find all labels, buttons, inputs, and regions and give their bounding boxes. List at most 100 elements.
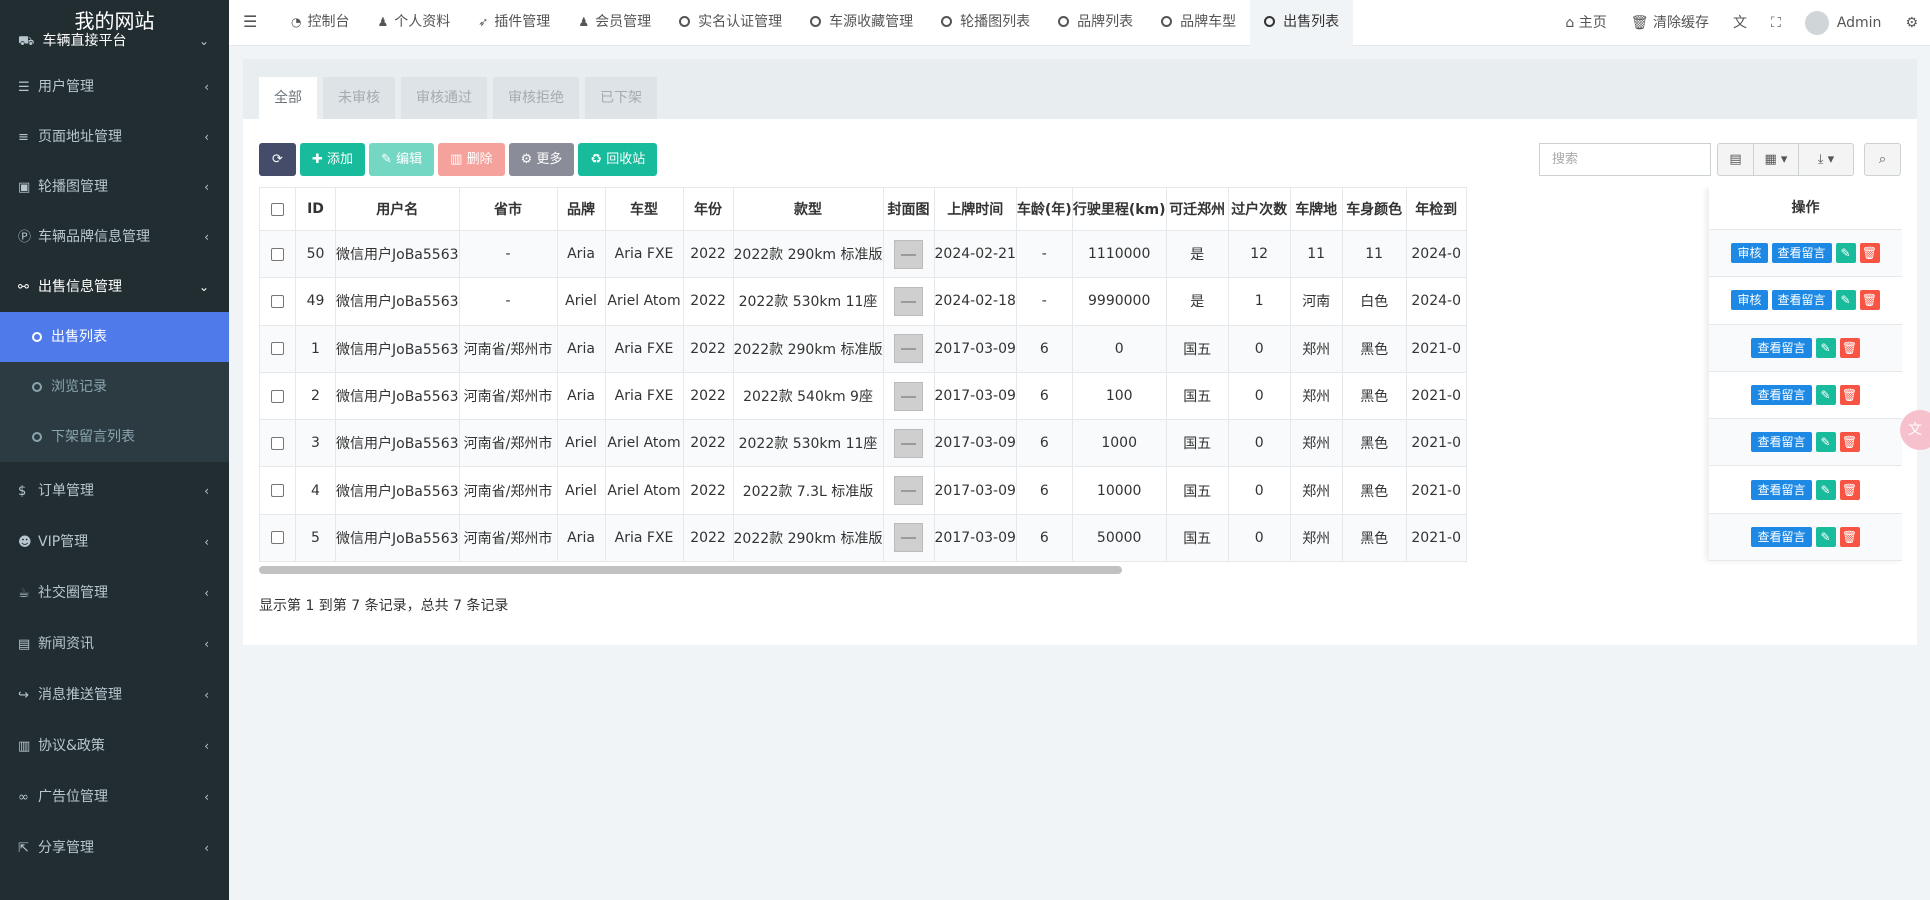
toggle-view-button[interactable]: ▤ <box>1717 143 1754 176</box>
tab-3[interactable]: ➶ 插件管理 <box>464 0 564 46</box>
cover-image[interactable] <box>894 476 924 506</box>
column-header[interactable]: ID <box>295 187 336 231</box>
delete-row-button[interactable]: 🗑︎ <box>1839 526 1860 547</box>
fullscreen-icon[interactable]: ⛶ <box>1759 1 1793 45</box>
view-message-button[interactable]: 查看留言 <box>1751 479 1812 500</box>
view-message-button[interactable]: 查看留言 <box>1751 337 1812 358</box>
tab-10[interactable]: 出售列表 <box>1250 0 1354 46</box>
sidebar-item-parking[interactable]: Ⓟ 车辆品牌信息管理 ‹ <box>0 212 229 262</box>
cover-image[interactable] <box>894 286 924 316</box>
home-link[interactable]: ⌂ 主页 <box>1553 1 1618 45</box>
row-checkbox[interactable] <box>271 342 284 356</box>
view-message-button[interactable]: 查看留言 <box>1751 526 1812 547</box>
refresh-button[interactable]: ⟳ <box>259 143 296 176</box>
column-header[interactable]: 行驶里程(km) <box>1071 187 1167 231</box>
column-header[interactable]: 上牌时间 <box>933 187 1017 231</box>
cover-image[interactable] <box>894 523 924 553</box>
sidebar-item-coffee[interactable]: ☕ 社交圈管理 ‹ <box>0 568 229 619</box>
row-checkbox[interactable] <box>271 531 284 545</box>
edit-row-button[interactable]: ✎ <box>1815 479 1836 500</box>
row-checkbox[interactable] <box>271 389 284 403</box>
column-header[interactable]: 用户名 <box>335 187 460 231</box>
table-row[interactable]: 50 微信用户JoBa5563- Aria Aria FXE 2022 2022款 290… <box>259 229 1467 279</box>
column-header[interactable]: 款型 <box>732 187 884 231</box>
sidebar-item-glasses[interactable]: ∞ 广告位管理 ‹ <box>0 772 229 823</box>
search-button[interactable]: ⌕ <box>1864 143 1901 176</box>
sidebar-item-list[interactable]: ☰ 用户管理 ‹ <box>0 62 229 112</box>
sidebar-item-share[interactable]: ↪ 消息推送管理 ‹ <box>0 670 229 721</box>
tab-9[interactable]: 品牌车型 <box>1147 0 1250 46</box>
clear-cache-button[interactable]: 🗑︎ 清除缓存 <box>1619 1 1721 45</box>
tab-7[interactable]: 轮播图列表 <box>927 0 1044 46</box>
delete-row-button[interactable]: 🗑︎ <box>1839 432 1860 453</box>
tab-2[interactable]: ♟ 个人资料 <box>363 0 464 46</box>
sidebar-item-user-circle[interactable]: ☻ VIP管理 ‹ <box>0 517 229 568</box>
column-header[interactable]: 年检到 <box>1405 187 1467 231</box>
sidebar-item-bars[interactable]: ≡ 页面地址管理 ‹ <box>0 112 229 162</box>
add-button[interactable]: ✚ 添加 <box>300 143 366 176</box>
column-header[interactable]: 年份 <box>682 187 734 231</box>
column-header[interactable]: 车身颜色 <box>1341 187 1407 231</box>
sidebar-item-share-square[interactable]: ⇱ 分享管理 ‹ <box>0 823 229 874</box>
table-row[interactable]: 3 微信用户JoBa5563 河南省/郑州市 Ariel Ariel Atom 2022 2… <box>259 419 1467 468</box>
table-row[interactable]: 1 微信用户JoBa5563 河南省/郑州市 Aria Aria FXE 2022 2022… <box>259 324 1467 373</box>
table-row[interactable]: 5 微信用户JoBa5563 河南省/郑州市 Aria Aria FXE 2022 2022… <box>259 513 1467 563</box>
tab-6[interactable]: 车源收藏管理 <box>796 0 927 46</box>
view-message-button[interactable]: 查看留言 <box>1771 290 1832 311</box>
audit-button[interactable]: 审核 <box>1731 243 1768 264</box>
menu-toggle-icon[interactable]: ☰ <box>243 0 257 44</box>
delete-row-button[interactable]: 🗑︎ <box>1839 479 1860 500</box>
view-message-button[interactable]: 查看留言 <box>1751 432 1812 453</box>
delete-row-button[interactable]: 🗑︎ <box>1839 385 1860 406</box>
sidebar-item-dollar[interactable]: $ 订单管理 ‹ <box>0 466 229 517</box>
select-all-checkbox[interactable] <box>271 202 284 216</box>
horizontal-scrollbar[interactable] <box>259 565 1902 575</box>
row-checkbox[interactable] <box>271 484 284 498</box>
audit-button[interactable]: 审核 <box>1731 290 1768 311</box>
sidebar-item-partial[interactable]: ⛟ 车辆直接平台 ⌄ <box>0 34 229 52</box>
sidebar-item-handshake[interactable]: ⚯ 出售信息管理 ⌄ <box>0 262 229 312</box>
edit-row-button[interactable]: ✎ <box>1835 243 1856 264</box>
status-tab[interactable]: 已下架 <box>585 77 657 119</box>
edit-row-button[interactable]: ✎ <box>1815 385 1836 406</box>
sidebar-subitem[interactable]: 浏览记录 <box>0 362 229 412</box>
scrollbar-thumb[interactable] <box>259 566 1122 574</box>
row-checkbox[interactable] <box>271 436 284 450</box>
tab-1[interactable]: ◔ 控制台 <box>277 0 363 46</box>
tab-8[interactable]: 品牌列表 <box>1044 0 1147 46</box>
translate-icon[interactable]: 文 <box>1721 1 1759 45</box>
view-message-button[interactable]: 查看留言 <box>1751 385 1812 406</box>
column-header[interactable]: 省市 <box>458 187 558 231</box>
delete-button[interactable]: ▥ 删除 <box>438 143 505 176</box>
cover-image[interactable] <box>894 334 924 364</box>
sidebar-subitem[interactable]: 下架留言列表 <box>0 412 229 462</box>
cover-image[interactable] <box>894 428 924 458</box>
column-header[interactable]: 车牌地 <box>1289 187 1343 231</box>
column-header[interactable]: 品牌 <box>556 187 606 231</box>
more-button[interactable]: ⚙ 更多 <box>508 143 575 176</box>
sidebar-item-file[interactable]: ▤ 新闻资讯 ‹ <box>0 619 229 670</box>
table-row[interactable]: 2 微信用户JoBa5563 河南省/郑州市 Aria Aria FXE 2022 2022… <box>259 371 1467 421</box>
export-button[interactable]: ⤓ ▾ <box>1799 143 1854 176</box>
sidebar-item-book[interactable]: ▥ 协议&政策 ‹ <box>0 721 229 772</box>
sidebar-item-image[interactable]: ▣ 轮播图管理 ‹ <box>0 162 229 212</box>
search-input[interactable]: 搜索 <box>1539 143 1711 176</box>
edit-row-button[interactable]: ✎ <box>1815 526 1836 547</box>
settings-icon[interactable]: ⚙ <box>1893 1 1930 45</box>
column-header[interactable]: 可迁郑州 <box>1165 187 1229 231</box>
edit-button[interactable]: ✎ 编辑 <box>369 143 435 176</box>
row-checkbox[interactable] <box>271 294 284 308</box>
column-header[interactable]: 车型 <box>604 187 684 231</box>
columns-button[interactable]: ▦ ▾ <box>1754 143 1799 176</box>
delete-row-button[interactable]: 🗑︎ <box>1839 337 1860 358</box>
row-checkbox[interactable] <box>271 247 284 261</box>
cover-image[interactable] <box>894 381 924 411</box>
edit-row-button[interactable]: ✎ <box>1815 337 1836 358</box>
table-row[interactable]: 4 微信用户JoBa5563 河南省/郑州市 Ariel Ariel Atom 2022 2… <box>259 466 1467 515</box>
status-tab[interactable]: 审核通过 <box>401 77 487 119</box>
recycle-button[interactable]: ♻ 回收站 <box>578 143 658 176</box>
user-menu[interactable]: Admin <box>1793 1 1894 45</box>
table-row[interactable]: 49 微信用户JoBa5563- Ariel Ariel Atom 2022 2022款 … <box>259 277 1467 326</box>
column-header[interactable]: 过户次数 <box>1227 187 1291 231</box>
column-header[interactable]: 封面图 <box>882 187 935 231</box>
